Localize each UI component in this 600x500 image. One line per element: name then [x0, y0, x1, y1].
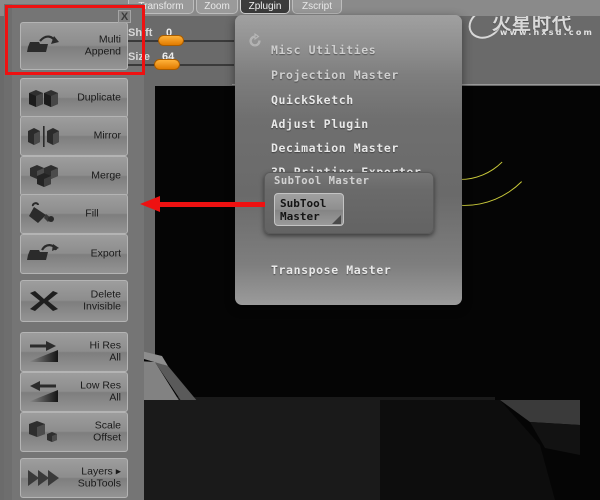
- arrow-head-icon: [140, 196, 160, 212]
- arrow-left-ramp-icon: [26, 379, 62, 405]
- zplugin-dropdown-menu[interactable]: Misc Utilities Projection Master QuickSket…: [235, 15, 462, 305]
- refresh-icon: [249, 33, 261, 47]
- palette-button-delete-invisible[interactable]: Delete Invisible: [20, 280, 128, 322]
- menu-item-projection-master[interactable]: Projection Master: [271, 68, 399, 82]
- folder-arrow-export-icon: [26, 241, 62, 267]
- palette-button-scale-offset[interactable]: Scale Offset: [20, 412, 128, 452]
- subtool-master-subpanel: SubTool Master SubTool Master: [264, 172, 434, 234]
- palette-button-export[interactable]: Export: [20, 234, 128, 274]
- palette-button-label: Layers ▸ SubTools: [77, 465, 121, 489]
- slider-knob[interactable]: [154, 59, 180, 70]
- arrow-right-ramp-icon: [26, 339, 62, 365]
- annotation-highlight-box: [5, 5, 145, 75]
- arrow-shaft: [158, 202, 265, 207]
- paint-bucket-icon: [26, 201, 62, 227]
- palette-button-label: Duplicate: [77, 91, 121, 104]
- mirror-cubes-icon: [26, 123, 62, 149]
- two-cubes-icon: [26, 85, 62, 111]
- palette-button-low-res-all[interactable]: Low Res All: [20, 372, 128, 412]
- zbrush-window: 火星时代 www.hxsd.com Transform Zoom Zplugin Zs…: [0, 0, 600, 500]
- palette-button-fill[interactable]: Fill: [20, 194, 128, 234]
- annotation-arrow: [140, 196, 265, 212]
- watermark-url: www.hxsd.com: [500, 28, 595, 37]
- menu-item-misc-utilities[interactable]: Misc Utilities: [271, 43, 376, 57]
- palette-button-label: Low Res All: [80, 379, 121, 403]
- tab-zplugin[interactable]: Zplugin: [240, 0, 290, 14]
- menu-item-quicksketch[interactable]: QuickSketch: [271, 93, 354, 107]
- palette-button-label: Mirror: [93, 129, 121, 142]
- triple-triangle-icon: [26, 465, 62, 491]
- palette-button-hi-res-all[interactable]: Hi Res All: [20, 332, 128, 372]
- subpanel-title: SubTool Master: [265, 173, 433, 190]
- tab-zscript[interactable]: Zscript: [292, 0, 342, 14]
- scale-cubes-icon: [26, 419, 62, 445]
- menu-item-decimation-master[interactable]: Decimation Master: [271, 141, 399, 155]
- menu-item-transpose-master[interactable]: Transpose Master: [271, 263, 391, 277]
- palette-button-label: Merge: [91, 169, 121, 182]
- model-silhouette: [380, 400, 580, 500]
- palette-button-duplicate[interactable]: Duplicate: [20, 78, 128, 118]
- palette-button-label: Delete Invisible: [83, 288, 121, 312]
- palette-button-label: Scale Offset: [93, 419, 121, 443]
- palette-button-label: Fill: [85, 207, 99, 220]
- slider-knob[interactable]: [158, 35, 184, 46]
- corner-triangle-icon: [332, 215, 341, 224]
- palette-button-label: Hi Res All: [89, 339, 121, 363]
- x-cross-icon: [26, 288, 62, 314]
- tab-zoom[interactable]: Zoom: [196, 0, 238, 14]
- subtool-master-button[interactable]: SubTool Master: [274, 193, 344, 226]
- palette-button-label: Export: [90, 247, 121, 260]
- palette-button-mirror[interactable]: Mirror: [20, 116, 128, 156]
- three-cubes-icon: [26, 163, 62, 189]
- palette-button-merge[interactable]: Merge: [20, 156, 128, 196]
- palette-button-layers-subtools[interactable]: Layers ▸ SubTools: [20, 458, 128, 498]
- menu-item-adjust-plugin[interactable]: Adjust Plugin: [271, 117, 369, 131]
